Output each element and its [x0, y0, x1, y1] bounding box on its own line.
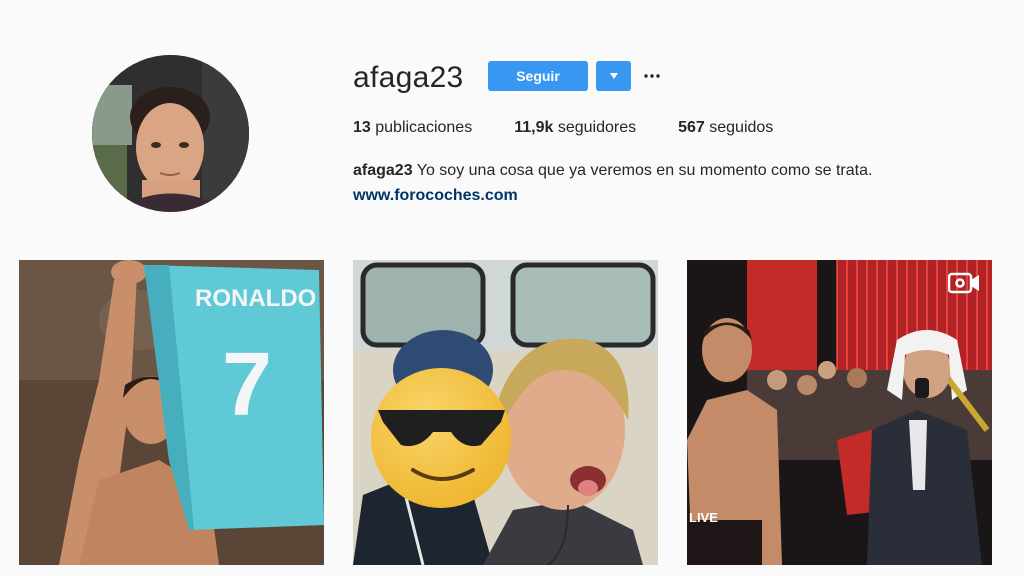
post-image: LIVE — [687, 260, 992, 565]
sunglasses-emoji-icon — [371, 368, 511, 508]
following-label: seguidos — [709, 119, 774, 136]
video-icon — [947, 272, 980, 299]
more-options-button[interactable] — [640, 63, 664, 89]
jersey-name-label: RONALDO — [195, 285, 316, 312]
posts-count: 13 — [353, 119, 371, 136]
post-thumbnail[interactable]: RONALDO 7 — [19, 260, 324, 565]
raw-live-banner: LIVE — [689, 510, 718, 525]
triangle-down-icon — [609, 73, 618, 79]
followers-count: 11,9k — [514, 119, 554, 136]
profile-stats: 13 publicaciones 11,9k seguidores 567 se… — [353, 118, 815, 138]
jersey-number-label: 7 — [222, 335, 272, 435]
followers-stat[interactable]: 11,9k seguidores — [514, 118, 636, 138]
follow-button[interactable]: Seguir — [488, 61, 588, 91]
bio-text: Yo soy una cosa que ya veremos en su mom… — [416, 162, 873, 179]
ellipsis-icon — [644, 74, 660, 78]
posts-label: publicaciones — [375, 119, 473, 136]
bio-name: afaga23 — [353, 162, 413, 179]
following-stat[interactable]: 567 seguidos — [678, 118, 773, 138]
post-thumbnail[interactable] — [353, 260, 658, 565]
profile-username: afaga23 — [353, 61, 464, 94]
profile-bio: afaga23 Yo soy una cosa que ya veremos e… — [353, 161, 872, 181]
followers-label: seguidores — [557, 119, 637, 136]
post-thumbnail[interactable]: LIVE — [687, 260, 992, 565]
post-image — [353, 260, 658, 565]
posts-stat: 13 publicaciones — [353, 118, 472, 138]
suggestions-dropdown-button[interactable] — [596, 61, 631, 91]
following-count: 567 — [678, 119, 705, 136]
profile-avatar — [92, 55, 249, 212]
post-image: RONALDO 7 — [19, 260, 324, 565]
avatar-image — [92, 55, 249, 212]
profile-website-link[interactable]: www.forocoches.com — [353, 186, 518, 206]
